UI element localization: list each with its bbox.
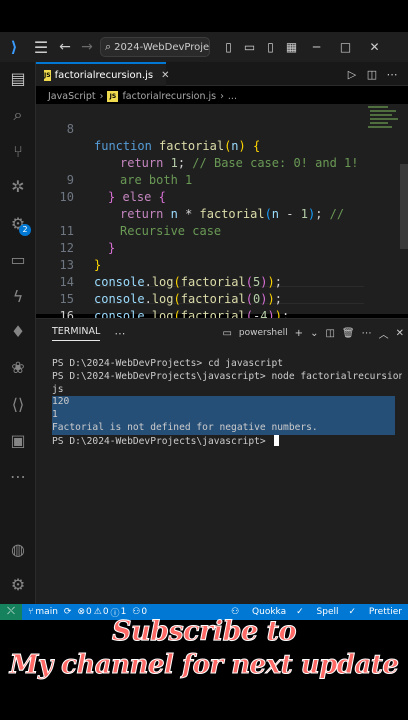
breadcrumb-language[interactable]: JavaScript xyxy=(48,91,96,102)
run-icon[interactable]: ▷ xyxy=(342,68,362,81)
code-editor[interactable]: 8 function factorial(n) { return 1; // B… xyxy=(36,104,408,323)
accounts-icon[interactable]: ◍ xyxy=(0,540,36,559)
more-icon[interactable]: ⋯ xyxy=(0,467,36,486)
code-line: 10 return n * factorial(n - 1); // xyxy=(36,172,366,221)
terminal-icon: ▭ xyxy=(222,327,232,339)
code-line: 8 function factorial(n) { xyxy=(36,104,366,153)
panel-header: TERMINAL ⋯ ▭ powershell + ⌄ ◫ 🗑 ⋯ ︿ ✕ xyxy=(36,319,408,347)
vertical-scrollbar[interactable] xyxy=(400,164,408,249)
testing-icon[interactable]: ϟ xyxy=(0,287,36,306)
subscribe-caption-line2: My channel for next update xyxy=(9,650,399,681)
terminal-prompt: PS D:\2024-WebDevProjects\javascript> xyxy=(52,435,272,447)
js-file-icon: JS xyxy=(44,69,51,81)
code-line: 16 xyxy=(36,291,366,323)
explorer-icon[interactable]: ▤ xyxy=(0,69,36,88)
vscode-logo-icon: ⟩ xyxy=(10,38,18,56)
maximize-icon[interactable]: □ xyxy=(331,40,360,54)
editor-tabs: JS factorialrecursion.js ✕ ▷ ◫ ⋯ xyxy=(36,62,408,86)
terminal-panel: TERMINAL ⋯ ▭ powershell + ⌄ ◫ 🗑 ⋯ ︿ ✕ PS… xyxy=(36,318,408,604)
code-line: 13 console.log(factorial(5)); xyxy=(36,240,366,289)
tab-terminal[interactable]: TERMINAL xyxy=(52,326,101,341)
source-control-icon[interactable]: ⑂ xyxy=(0,142,36,161)
manage-gear-icon[interactable]: ⚙ xyxy=(0,575,36,594)
toggle-sidebar-icon[interactable]: ▯ xyxy=(218,40,239,54)
run-debug-icon[interactable]: ✲ xyxy=(0,177,36,196)
new-terminal-icon[interactable]: + xyxy=(295,328,303,339)
kill-terminal-icon[interactable]: 🗑 xyxy=(342,328,355,339)
panel-more-icon[interactable]: ⋯ xyxy=(114,327,125,340)
code-line: return 1; // Base case: 0! and 1! xyxy=(120,156,359,170)
js-file-icon: JS xyxy=(107,90,119,102)
close-panel-icon[interactable]: ✕ xyxy=(396,328,404,339)
tabs-icon[interactable]: ▣ xyxy=(0,431,36,450)
code-line: are both 1 xyxy=(36,138,366,187)
search-icon: ⌕ xyxy=(105,40,112,53)
figma-icon[interactable]: ❀ xyxy=(0,358,36,377)
tab-label: factorialrecursion.js xyxy=(54,69,154,81)
split-terminal-icon[interactable]: ◫ xyxy=(325,328,334,339)
subscribe-caption-line1: Subscribe to xyxy=(111,616,297,648)
terminal-line: PS D:\2024-WebDevProjects> cd javascript xyxy=(52,358,284,369)
split-editor-icon[interactable]: ◫ xyxy=(362,68,382,81)
menu-icon[interactable]: ☰ xyxy=(28,38,54,57)
tree-view-icon[interactable]: ♦ xyxy=(0,322,36,341)
code-line: 12 } xyxy=(36,223,366,272)
toggle-secondary-sidebar-icon[interactable]: ▯ xyxy=(260,40,281,54)
minimize-icon[interactable]: ─ xyxy=(302,40,331,54)
title-bar: ⟩ ☰ ← → ⌕ 2024-WebDevProjects ▯ ▭ ▯ ▦ ─ … xyxy=(0,32,408,62)
forward-arrow-icon[interactable]: → xyxy=(76,39,98,55)
activity-bar: ▤ ⌕ ⑂ ✲ ⚙ 2 ▭ ϟ ♦ ❀ ⟨⟩ ▣ ⋯ ◍ ⚙ xyxy=(0,62,36,604)
terminal-line: js xyxy=(52,383,64,395)
breadcrumb-separator-icon: › xyxy=(99,90,104,102)
tab-close-icon[interactable]: ✕ xyxy=(161,70,169,81)
editor-actions: ▷ ◫ ⋯ xyxy=(342,62,402,86)
close-icon[interactable]: ✕ xyxy=(360,40,389,54)
code-line: Recursive case xyxy=(36,189,366,238)
back-arrow-icon[interactable]: ← xyxy=(54,39,76,55)
command-center-search[interactable]: ⌕ 2024-WebDevProjects xyxy=(100,37,210,57)
terminal-line-selected: 1 xyxy=(52,409,395,422)
tab-factorialrecursion[interactable]: JS factorialrecursion.js ✕ xyxy=(36,62,170,86)
panel-actions: ▭ powershell + ⌄ ◫ 🗑 ⋯ ︿ ✕ xyxy=(215,319,404,347)
breadcrumb-separator-icon: › xyxy=(220,90,224,102)
code-line: 11 } xyxy=(36,206,366,255)
toggle-panel-icon[interactable]: ▭ xyxy=(239,40,260,54)
terminal-line-selected: Factorial is not defined for negative nu… xyxy=(52,421,395,435)
breadcrumb: JavaScript › JS factorialrecursion.js › … xyxy=(48,88,237,104)
breadcrumb-file[interactable]: factorialrecursion.js xyxy=(122,91,216,102)
extensions-badge: 2 xyxy=(19,224,31,236)
remote-explorer-icon[interactable]: ▭ xyxy=(0,250,36,269)
code-line: 14 console.log(factorial(0)); xyxy=(36,257,366,306)
search-icon[interactable]: ⌕ xyxy=(0,105,36,125)
api-icon[interactable]: ⟨⟩ xyxy=(0,395,36,414)
terminal-prompt-line: PS D:\2024-WebDevProjects\javascript> xyxy=(52,434,402,448)
terminal-cursor xyxy=(273,434,279,446)
code-line: 9 } else { xyxy=(36,155,366,204)
terminal-line: PS D:\2024-WebDevProjects\javascript> no… xyxy=(52,370,402,382)
terminal-line-selected: 120 xyxy=(52,396,395,410)
shell-label[interactable]: powershell xyxy=(239,328,288,338)
more-actions-icon[interactable]: ⋯ xyxy=(382,68,402,81)
search-text: 2024-WebDevProjects xyxy=(114,41,210,53)
breadcrumb-more[interactable]: ... xyxy=(228,91,237,102)
terminal-dropdown-icon[interactable]: ⌄ xyxy=(310,328,318,339)
customize-layout-icon[interactable]: ▦ xyxy=(281,40,302,54)
maximize-panel-icon[interactable]: ︿ xyxy=(379,326,389,341)
code-line: 15 console.log(factorial(-4)); xyxy=(36,274,366,323)
terminal-output[interactable]: PS D:\2024-WebDevProjects> cd javascript… xyxy=(52,358,402,448)
minimap[interactable] xyxy=(366,104,400,144)
panel-more-actions-icon[interactable]: ⋯ xyxy=(362,328,372,339)
